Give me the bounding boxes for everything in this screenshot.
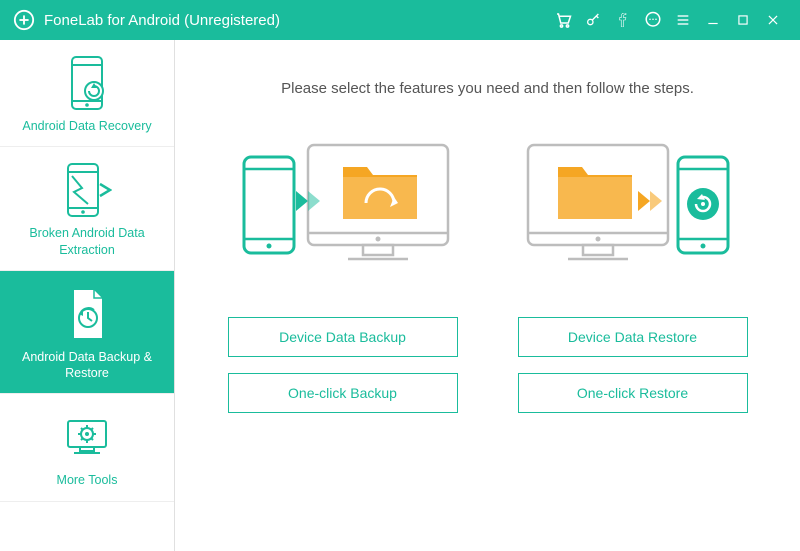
one-click-restore-button[interactable]: One-click Restore <box>518 373 748 413</box>
main-panel: Please select the features you need and … <box>175 40 800 551</box>
instruction-text: Please select the features you need and … <box>281 80 694 97</box>
device-data-backup-button[interactable]: Device Data Backup <box>228 317 458 357</box>
app-body: Android Data Recovery Broken Android Dat… <box>0 40 800 551</box>
button-label: One-click Restore <box>577 385 688 401</box>
cart-icon[interactable] <box>548 0 578 40</box>
sidebar-item-label: More Tools <box>6 472 168 488</box>
key-icon[interactable] <box>578 0 608 40</box>
sidebar-item-label: Broken Android Data Extraction <box>6 225 168 258</box>
app-title: FoneLab for Android (Unregistered) <box>44 12 280 29</box>
sidebar-item-more-tools[interactable]: More Tools <box>0 394 174 501</box>
app-logo-icon <box>12 8 36 32</box>
sidebar: Android Data Recovery Broken Android Dat… <box>0 40 175 551</box>
illustration-row <box>238 127 738 287</box>
maximize-button[interactable] <box>728 0 758 40</box>
titlebar: FoneLab for Android (Unregistered) <box>0 0 800 40</box>
button-label: One-click Backup <box>288 385 397 401</box>
app-window: FoneLab for Android (Unregistered) <box>0 0 800 551</box>
phone-recover-icon <box>6 54 168 112</box>
backup-file-icon <box>6 285 168 343</box>
device-data-restore-button[interactable]: Device Data Restore <box>518 317 748 357</box>
sidebar-item-backup-restore[interactable]: Android Data Backup & Restore <box>0 271 174 395</box>
one-click-backup-button[interactable]: One-click Backup <box>228 373 458 413</box>
sidebar-item-label: Android Data Backup & Restore <box>6 349 168 382</box>
tools-icon <box>6 408 168 466</box>
backup-illustration <box>238 127 458 287</box>
feature-button-grid: Device Data Backup Device Data Restore O… <box>228 317 748 413</box>
button-label: Device Data Restore <box>568 329 697 345</box>
sidebar-item-broken[interactable]: Broken Android Data Extraction <box>0 147 174 271</box>
menu-icon[interactable] <box>668 0 698 40</box>
restore-illustration <box>518 127 738 287</box>
minimize-button[interactable] <box>698 0 728 40</box>
facebook-icon[interactable] <box>608 0 638 40</box>
sidebar-item-label: Android Data Recovery <box>6 118 168 134</box>
close-button[interactable] <box>758 0 788 40</box>
broken-phone-icon <box>6 161 168 219</box>
sidebar-item-recovery[interactable]: Android Data Recovery <box>0 40 174 147</box>
button-label: Device Data Backup <box>279 329 406 345</box>
feedback-icon[interactable] <box>638 0 668 40</box>
